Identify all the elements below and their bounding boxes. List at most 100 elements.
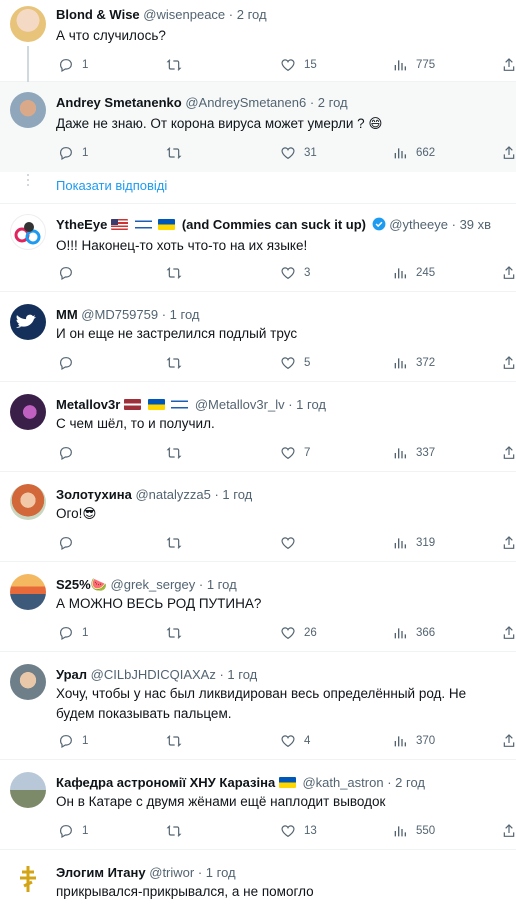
author-name[interactable]: Metallov3r (56, 397, 120, 412)
reply-button[interactable] (58, 264, 82, 282)
author-handle[interactable]: @natalyzza5 (135, 487, 210, 502)
retweet-button[interactable] (166, 624, 190, 642)
timestamp[interactable]: · 1 год (288, 397, 326, 412)
like-count: 31 (304, 147, 317, 159)
retweet-button[interactable] (166, 444, 190, 462)
like-button[interactable]: 7 (280, 444, 310, 462)
author-handle[interactable]: @Metallov3r_lv (195, 397, 285, 412)
share-button[interactable] (501, 534, 516, 552)
retweet-button[interactable] (166, 822, 190, 840)
views-button[interactable]: 662 (392, 144, 435, 162)
tweet[interactable]: Metallov3r @Metallov3r_lv · 1 год С чем … (0, 382, 516, 472)
views-button[interactable]: 372 (392, 354, 435, 372)
avatar[interactable] (10, 574, 46, 610)
tweet-text: С чем шёл, то и получил. (56, 416, 215, 431)
like-button[interactable]: 13 (280, 822, 317, 840)
retweet-button[interactable] (166, 144, 190, 162)
reply-button[interactable] (58, 444, 82, 462)
share-button[interactable] (501, 264, 516, 282)
retweet-button[interactable] (166, 354, 190, 372)
author-handle[interactable]: @ytheeye (389, 217, 448, 232)
author-name[interactable]: Золотухина (56, 487, 132, 502)
share-button[interactable] (501, 56, 516, 74)
retweet-button[interactable] (166, 264, 190, 282)
like-button[interactable]: 15 (280, 56, 317, 74)
like-button[interactable]: 3 (280, 264, 310, 282)
share-button[interactable] (501, 144, 516, 162)
reply-button[interactable]: 1 (58, 56, 88, 74)
author-name[interactable]: YtheEye (56, 217, 107, 232)
author-name[interactable]: Andrey Smetanenko (56, 95, 182, 110)
timestamp[interactable]: · 2 год (229, 7, 267, 22)
tweet[interactable]: Blond & Wise @wisenpeace · 2 год А что с… (0, 0, 516, 82)
timestamp[interactable]: · 2 год (387, 775, 425, 790)
avatar[interactable] (10, 214, 46, 250)
views-button[interactable]: 337 (392, 444, 435, 462)
avatar[interactable] (10, 92, 46, 128)
share-button[interactable] (501, 624, 516, 642)
timestamp[interactable]: · 1 год (199, 577, 237, 592)
timestamp[interactable]: · 1 год (219, 667, 257, 682)
author-name[interactable]: MM (56, 307, 78, 322)
like-button[interactable]: 4 (280, 732, 310, 750)
author-handle[interactable]: @wisenpeace (143, 7, 225, 22)
views-button[interactable]: 370 (392, 732, 435, 750)
like-button[interactable] (280, 534, 304, 552)
timestamp[interactable]: · 2 год (310, 95, 348, 110)
tweet[interactable]: MM @MD759759 · 1 год И он еще не застрел… (0, 292, 516, 382)
views-button[interactable]: 775 (392, 56, 435, 74)
avatar[interactable] (10, 304, 46, 340)
avatar[interactable] (10, 862, 46, 898)
timestamp[interactable]: · 1 год (162, 307, 200, 322)
avatar[interactable] (10, 6, 46, 42)
retweet-button[interactable] (166, 732, 190, 750)
author-name[interactable]: Blond & Wise (56, 7, 140, 22)
tweet[interactable]: Элогим Итану @triwor · 1 год прикрывался… (0, 850, 516, 906)
retweet-button[interactable] (166, 56, 190, 74)
tweet[interactable]: Кафедра астрономії ХНУ Каразіна @kath_as… (0, 760, 516, 850)
author-handle[interactable]: @MD759759 (81, 307, 158, 322)
author-name[interactable]: S25%🍉 (56, 577, 107, 592)
like-button[interactable]: 31 (280, 144, 317, 162)
tweet[interactable]: Урал @CILbJHDICQIAXAz · 1 год Хочу, чтоб… (0, 652, 516, 760)
share-button[interactable] (501, 822, 516, 840)
views-button[interactable]: 366 (392, 624, 435, 642)
reply-button[interactable] (58, 534, 82, 552)
avatar[interactable] (10, 484, 46, 520)
avatar[interactable] (10, 772, 46, 808)
timestamp[interactable]: · 39 хв (452, 217, 491, 232)
views-button[interactable]: 245 (392, 264, 435, 282)
share-button[interactable] (501, 354, 516, 372)
author-handle[interactable]: @CILbJHDICQIAXAz (91, 667, 216, 682)
timestamp[interactable]: · 1 год (198, 865, 236, 880)
timestamp[interactable]: · 1 год (214, 487, 252, 502)
avatar[interactable] (10, 394, 46, 430)
reply-button[interactable]: 1 (58, 624, 88, 642)
reply-button[interactable] (58, 354, 82, 372)
reply-button[interactable]: 1 (58, 144, 88, 162)
author-name[interactable]: Урал (56, 667, 87, 682)
author-handle[interactable]: @AndreySmetanen6 (185, 95, 306, 110)
share-button[interactable] (501, 444, 516, 462)
tweet[interactable]: S25%🍉 @grek_sergey · 1 год А МОЖНО ВЕСЬ … (0, 562, 516, 652)
tweet[interactable]: Золотухина @natalyzza5 · 1 год Ого!😎 319 (0, 472, 516, 562)
show-replies-link[interactable]: Показати відповіді (56, 178, 167, 193)
tweet[interactable]: YtheEye (and Commies can suck it up) @yt… (0, 204, 516, 292)
tweet[interactable]: Andrey Smetanenko @AndreySmetanen6 · 2 г… (0, 82, 516, 172)
like-button[interactable]: 5 (280, 354, 310, 372)
reply-button[interactable]: 1 (58, 822, 88, 840)
author-handle[interactable]: @kath_astron (302, 775, 383, 790)
reply-button[interactable]: 1 (58, 732, 88, 750)
author-handle[interactable]: @triwor (149, 865, 194, 880)
avatar[interactable] (10, 664, 46, 700)
share-button[interactable] (501, 732, 516, 750)
author-handle[interactable]: @grek_sergey (111, 577, 196, 592)
like-button[interactable]: 26 (280, 624, 317, 642)
views-button[interactable]: 550 (392, 822, 435, 840)
views-button[interactable]: 319 (392, 534, 435, 552)
author-name[interactable]: Кафедра астрономії ХНУ Каразіна (56, 775, 275, 790)
views-icon (392, 823, 408, 839)
author-name[interactable]: Элогим Итану (56, 865, 146, 880)
retweet-button[interactable] (166, 534, 190, 552)
author-name-suffix[interactable]: (and Commies can suck it up) (182, 217, 366, 232)
